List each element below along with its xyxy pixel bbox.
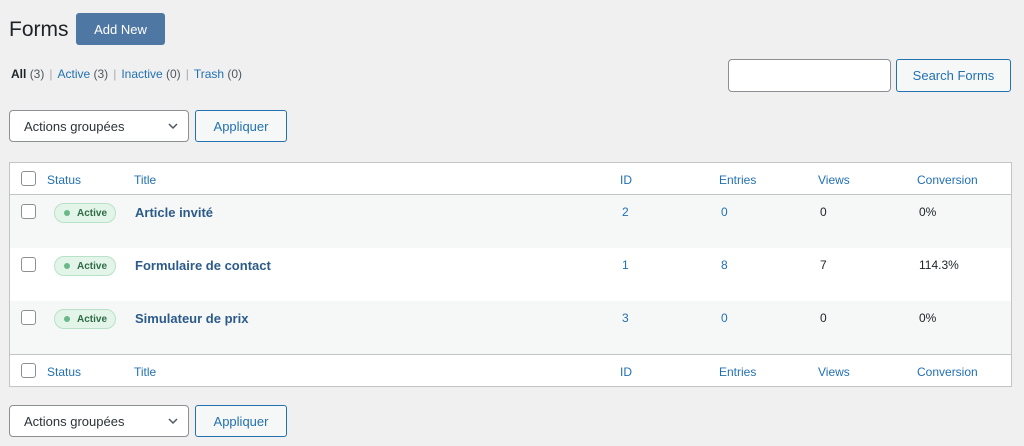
status-filters: All (3) | Active (3) | Inactive (0) | Trash (0… [11, 67, 242, 81]
form-id[interactable]: 1 [622, 258, 629, 272]
form-title-link[interactable]: Formulaire de contact [135, 258, 271, 273]
filter-separator: | [185, 67, 189, 81]
column-title[interactable]: Title [134, 365, 156, 379]
apply-button-top[interactable]: Appliquer [195, 110, 287, 142]
status-dot-icon [64, 263, 70, 269]
chevron-down-icon [168, 123, 178, 130]
filter-inactive[interactable]: Inactive (0) [121, 67, 180, 81]
select-all-checkbox-footer[interactable] [21, 363, 36, 378]
column-entries[interactable]: Entries [719, 173, 756, 187]
filter-all[interactable]: All (3) [11, 67, 44, 81]
column-conversion[interactable]: Conversion [917, 365, 978, 379]
row-checkbox[interactable] [21, 310, 36, 325]
select-all-checkbox[interactable] [21, 171, 36, 186]
form-views: 0 [820, 311, 827, 325]
column-id[interactable]: ID [620, 365, 632, 379]
column-views[interactable]: Views [818, 365, 850, 379]
bulk-actions-select-bottom[interactable]: Actions groupées [9, 405, 189, 437]
form-conversion: 0% [919, 311, 937, 325]
page-title: Forms [9, 18, 69, 41]
table-row: Active Article invité 2 0 0 0% [10, 195, 1011, 248]
row-checkbox[interactable] [21, 204, 36, 219]
forms-table: Status Title ID Entries Views Conversion… [9, 162, 1012, 387]
column-id[interactable]: ID [620, 173, 632, 187]
form-title-link[interactable]: Article invité [135, 205, 213, 220]
form-id[interactable]: 2 [622, 205, 629, 219]
row-checkbox[interactable] [21, 257, 36, 272]
bulk-actions-select-top[interactable]: Actions groupées [9, 110, 189, 142]
form-entries-link[interactable]: 8 [721, 258, 728, 272]
filter-separator: | [113, 67, 117, 81]
form-views: 7 [820, 258, 827, 272]
apply-button-bottom[interactable]: Appliquer [195, 405, 287, 437]
filter-separator: | [49, 67, 53, 81]
table-header: Status Title ID Entries Views Conversion [10, 163, 1011, 195]
chevron-down-icon [168, 418, 178, 425]
column-entries[interactable]: Entries [719, 365, 756, 379]
column-conversion[interactable]: Conversion [917, 173, 978, 187]
column-title[interactable]: Title [134, 173, 156, 187]
search-input[interactable] [728, 59, 891, 92]
bulk-actions-value: Actions groupées [24, 413, 125, 429]
table-footer: Status Title ID Entries Views Conversion [10, 354, 1011, 386]
form-entries-link[interactable]: 0 [721, 205, 728, 219]
search-forms-button[interactable]: Search Forms [896, 59, 1011, 92]
status-badge: Active [54, 256, 116, 276]
table-row: Active Simulateur de prix 3 0 0 0% [10, 301, 1011, 354]
column-views[interactable]: Views [818, 173, 850, 187]
form-entries-link[interactable]: 0 [721, 311, 728, 325]
status-dot-icon [64, 210, 70, 216]
filter-active[interactable]: Active (3) [57, 67, 108, 81]
bulk-actions-value: Actions groupées [24, 118, 125, 134]
form-id[interactable]: 3 [622, 311, 629, 325]
table-row: Active Formulaire de contact 1 8 7 114.3… [10, 248, 1011, 301]
form-conversion: 114.3% [919, 258, 959, 272]
column-status[interactable]: Status [47, 173, 81, 187]
status-badge: Active [54, 203, 116, 223]
form-title-link[interactable]: Simulateur de prix [135, 311, 248, 326]
status-dot-icon [64, 316, 70, 322]
filter-trash[interactable]: Trash (0) [194, 67, 242, 81]
form-views: 0 [820, 205, 827, 219]
column-status[interactable]: Status [47, 365, 81, 379]
add-new-button[interactable]: Add New [76, 13, 165, 45]
status-badge: Active [54, 309, 116, 329]
form-conversion: 0% [919, 205, 937, 219]
